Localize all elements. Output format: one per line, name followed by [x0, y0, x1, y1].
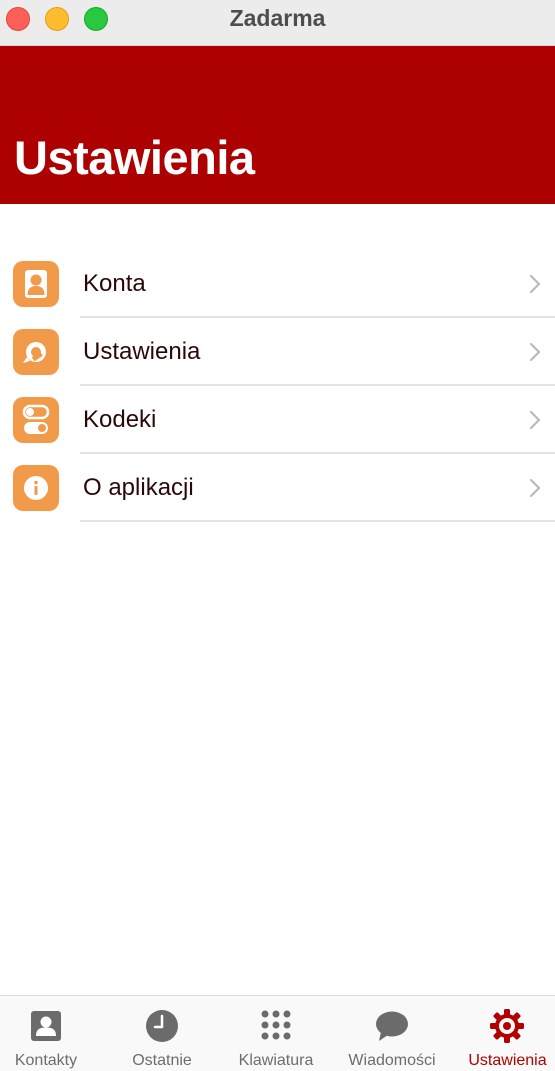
- sync-icon: [13, 329, 59, 375]
- settings-row-label: O aplikacji: [83, 474, 194, 501]
- tab-ostatnie[interactable]: Ostatnie: [116, 996, 208, 1071]
- page-title: Ustawienia: [14, 131, 255, 184]
- tab-label: Wiadomości: [348, 1052, 436, 1069]
- chat-bubble-icon: [376, 1011, 408, 1041]
- contacts-icon: [31, 1011, 61, 1041]
- tab-bar: Kontakty Ostatnie Klawiatura Wiadomości …: [0, 995, 555, 1071]
- tab-label: Klawiatura: [238, 1052, 314, 1069]
- chevron-right-icon: [529, 342, 541, 362]
- user-icon: [13, 261, 59, 307]
- settings-row-ustawienia[interactable]: Ustawienia: [0, 318, 555, 386]
- divider: [80, 520, 555, 522]
- settings-row-o-aplikacji[interactable]: O aplikacji: [0, 454, 555, 522]
- gear-icon: [490, 1009, 524, 1043]
- settings-row-label: Ustawienia: [83, 338, 201, 365]
- chevron-right-icon: [529, 410, 541, 430]
- window-title: Zadarma: [229, 5, 326, 31]
- settings-row-kodeki[interactable]: Kodeki: [0, 386, 555, 454]
- tab-label: Kontakty: [14, 1052, 78, 1069]
- tab-wiadomosci[interactable]: Wiadomości: [340, 996, 444, 1071]
- tab-label: Ostatnie: [132, 1052, 192, 1069]
- title-bar[interactable]: Zadarma: [0, 0, 555, 46]
- tab-ustawienia[interactable]: Ustawienia: [460, 996, 555, 1071]
- info-icon: [13, 465, 59, 511]
- settings-row-konta[interactable]: Konta: [0, 250, 555, 318]
- chevron-right-icon: [529, 274, 541, 294]
- page-header: Ustawienia: [0, 46, 555, 204]
- tab-label: Ustawienia: [468, 1052, 547, 1069]
- tab-kontakty[interactable]: Kontakty: [0, 996, 92, 1071]
- settings-row-label: Kodeki: [83, 406, 157, 433]
- app-window: Zadarma Ustawienia Konta Ustawienia Kode…: [0, 0, 555, 1071]
- settings-row-label: Konta: [83, 270, 146, 297]
- settings-list: Konta Ustawienia Kodeki O aplikacji: [0, 250, 555, 522]
- tab-klawiatura[interactable]: Klawiatura: [226, 996, 326, 1071]
- toggles-icon: [13, 397, 59, 443]
- keypad-icon: [261, 1010, 291, 1040]
- clock-icon: [146, 1010, 178, 1042]
- chevron-right-icon: [529, 478, 541, 498]
